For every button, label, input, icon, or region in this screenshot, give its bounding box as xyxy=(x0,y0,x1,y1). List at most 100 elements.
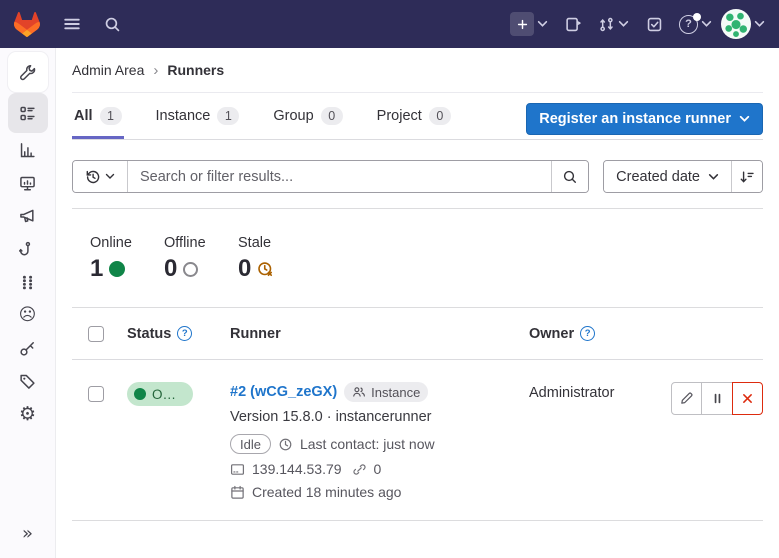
todo-list-button[interactable] xyxy=(638,8,670,40)
global-search-button[interactable] xyxy=(96,8,128,40)
chevron-down-icon xyxy=(105,173,115,180)
runner-row: Onli... #2 (wCG_zeGX) Instance Version 1… xyxy=(72,360,763,521)
sort-descending-icon xyxy=(739,169,755,185)
chevron-down-icon xyxy=(701,20,712,28)
runner-stats: Online 1 Offline 0 Stale 0 xyxy=(72,209,763,307)
hamburger-icon xyxy=(63,15,81,33)
pencil-icon xyxy=(679,391,694,406)
runner-link[interactable]: #2 (wCG_zeGX) xyxy=(230,384,337,400)
gitlab-tanuki-icon xyxy=(14,12,40,37)
sidebar-item-settings[interactable]: ⚙ xyxy=(8,398,48,431)
label-tag-icon xyxy=(19,373,36,390)
runner-column-header: Runner xyxy=(230,326,529,342)
stat-offline: Offline 0 xyxy=(164,235,238,283)
last-contact-text: Last contact: just now xyxy=(300,436,435,452)
clock-icon xyxy=(278,437,293,452)
runner-type-badge: Instance xyxy=(344,382,428,402)
sidebar-item-analytics[interactable] xyxy=(8,134,48,167)
gear-icon: ⚙ xyxy=(19,405,36,424)
user-menu-button[interactable] xyxy=(721,9,765,39)
runner-type-label: Instance xyxy=(371,385,420,400)
search-history-button[interactable] xyxy=(73,161,128,192)
status-header-label: Status xyxy=(127,326,171,342)
sort-direction-button[interactable] xyxy=(731,161,762,192)
owner-cell[interactable]: Administrator xyxy=(529,382,661,401)
apps-dots-icon xyxy=(19,274,36,291)
sidebar-item-overview[interactable] xyxy=(8,93,48,133)
history-clock-icon xyxy=(85,169,101,185)
bar-chart-icon xyxy=(19,142,36,159)
runner-tabs: All 1 Instance 1 Group 0 Project 0 Regis… xyxy=(72,93,763,140)
sidebar-item-monitoring[interactable] xyxy=(8,167,48,200)
sidebar-item-applications[interactable] xyxy=(8,266,48,299)
sort-by-dropdown[interactable]: Created date xyxy=(604,161,731,192)
double-chevron-right-icon: » xyxy=(22,523,33,544)
pause-runner-button[interactable] xyxy=(702,382,733,415)
new-menu-button[interactable] xyxy=(510,12,548,36)
filter-bar: Created date xyxy=(72,160,763,193)
delete-runner-button[interactable] xyxy=(732,382,763,415)
owner-help-icon[interactable]: ? xyxy=(580,326,595,341)
chevron-down-icon xyxy=(618,20,629,28)
host-ip-icon xyxy=(230,462,245,477)
search-submit-button[interactable] xyxy=(551,161,588,192)
plus-icon xyxy=(510,12,534,36)
stat-value: 0 xyxy=(238,255,251,283)
sidebar-item-admin-overview[interactable] xyxy=(8,52,48,92)
tab-label: Project xyxy=(377,108,422,124)
tab-project[interactable]: Project 0 xyxy=(375,93,453,139)
chevron-down-icon xyxy=(537,20,548,28)
tab-label: Group xyxy=(273,108,313,124)
status-column-header: Status ? xyxy=(127,326,230,342)
breadcrumb-current-page: Runners xyxy=(167,62,224,78)
sidebar-item-messages[interactable] xyxy=(8,200,48,233)
select-all-checkbox[interactable] xyxy=(88,326,104,342)
issues-icon xyxy=(565,16,582,33)
job-status-badge: Idle xyxy=(230,434,271,454)
tab-count-badge: 1 xyxy=(100,107,122,125)
tab-count-badge: 0 xyxy=(429,107,451,125)
search-icon xyxy=(562,169,578,185)
sidebar-item-labels[interactable] xyxy=(8,365,48,398)
admin-sidebar: ☹ ⚙ » xyxy=(0,48,56,558)
runner-summary-cell: #2 (wCG_zeGX) Instance Version 15.8.0 · … xyxy=(230,382,529,500)
breadcrumb-admin-area[interactable]: Admin Area xyxy=(72,62,144,78)
sidebar-item-system-hooks[interactable] xyxy=(8,233,48,266)
issues-button[interactable] xyxy=(557,8,589,40)
chevron-down-icon xyxy=(708,173,719,181)
stat-value: 0 xyxy=(164,255,177,283)
sidebar-expand-button[interactable]: » xyxy=(12,518,44,550)
hamburger-menu-button[interactable] xyxy=(56,8,88,40)
calendar-icon xyxy=(230,485,245,500)
runner-header-label: Runner xyxy=(230,326,281,342)
search-input[interactable] xyxy=(128,161,551,192)
ip-address-text: 139.144.53.79 xyxy=(252,461,342,477)
help-menu-button[interactable]: ? xyxy=(679,15,712,34)
tab-instance[interactable]: Instance 1 xyxy=(154,93,242,139)
key-icon xyxy=(19,340,36,357)
megaphone-icon xyxy=(19,208,36,225)
overview-list-icon xyxy=(19,105,36,122)
row-select-checkbox[interactable] xyxy=(88,386,104,402)
tab-count-badge: 1 xyxy=(217,107,239,125)
notification-dot xyxy=(693,13,701,21)
link-icon xyxy=(352,462,367,477)
merge-requests-button[interactable] xyxy=(598,16,629,33)
people-icon xyxy=(352,385,366,399)
gitlab-logo[interactable] xyxy=(14,12,40,37)
sidebar-item-deploy-keys[interactable] xyxy=(8,332,48,365)
pause-icon xyxy=(711,392,724,405)
merge-request-icon xyxy=(598,16,615,33)
stat-label: Stale xyxy=(238,235,312,251)
todo-check-icon xyxy=(646,16,663,33)
register-instance-runner-button[interactable]: Register an instance runner xyxy=(526,103,763,135)
status-help-icon[interactable]: ? xyxy=(177,326,192,341)
owner-column-header: Owner ? xyxy=(529,326,661,342)
sidebar-item-abuse-reports[interactable]: ☹ xyxy=(8,299,48,332)
tab-group[interactable]: Group 0 xyxy=(271,93,344,139)
stat-label: Online xyxy=(90,235,164,251)
tab-all[interactable]: All 1 xyxy=(72,93,124,139)
chevron-down-icon xyxy=(739,115,750,123)
edit-runner-button[interactable] xyxy=(671,382,702,415)
breadcrumb-separator-icon: › xyxy=(153,62,158,79)
